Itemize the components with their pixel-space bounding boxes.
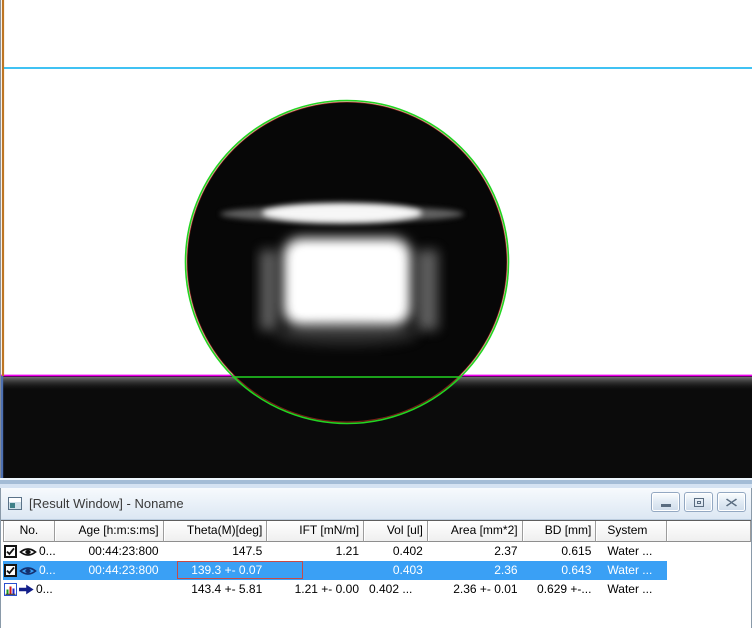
cell-area[interactable]: 2.36: [428, 561, 523, 580]
restore-button[interactable]: [684, 492, 713, 512]
column-header-bd[interactable]: BD [mm]: [523, 521, 597, 542]
cell-system[interactable]: Water ...: [596, 542, 667, 561]
checkbox-checked-icon[interactable]: [4, 545, 17, 558]
droplet-image: [0, 0, 752, 478]
cell-no: 0...: [3, 561, 55, 580]
cell-bd[interactable]: 0.629 +-...: [523, 580, 597, 599]
cell-ift[interactable]: 1.21: [267, 542, 364, 561]
result-window: [Result Window] - Noname No.Age [h:m:s:m…: [0, 488, 752, 628]
cell-extra[interactable]: [667, 542, 751, 561]
eye-icon: [19, 565, 37, 577]
cell-theta[interactable]: 143.4 +- 5.81: [164, 580, 268, 599]
row-number-label: 0...: [36, 580, 53, 599]
column-header-extra[interactable]: [667, 521, 751, 542]
eye-icon: [19, 546, 37, 558]
column-header-theta[interactable]: Theta(M)[deg]: [164, 521, 268, 542]
cell-vol[interactable]: 0.403: [364, 561, 428, 580]
minimize-icon: [661, 504, 671, 507]
cell-area[interactable]: 2.36 +- 0.01: [428, 580, 523, 599]
row-number-label: 0...: [39, 561, 55, 580]
table-body: 0...00:44:23:800147.51.210.4022.370.615W…: [1, 542, 751, 599]
cell-area[interactable]: 2.37: [428, 542, 523, 561]
cell-system[interactable]: Water ...: [596, 580, 667, 599]
caption-buttons: [651, 492, 746, 512]
cell-ift[interactable]: 1.21 +- 0.00: [267, 580, 364, 599]
cell-no: 0...: [3, 542, 55, 561]
camera-view: [0, 0, 752, 478]
minimize-button[interactable]: [651, 492, 680, 512]
result-table: No.Age [h:m:s:ms]Theta(M)[deg]IFT [mN/m]…: [1, 520, 751, 599]
cell-age[interactable]: 00:44:23:800: [55, 542, 164, 561]
column-header-age[interactable]: Age [h:m:s:ms]: [55, 521, 164, 542]
arrow-right-icon: [19, 584, 34, 595]
table-row[interactable]: 0...00:44:23:800139.3 +- 0.07 0.4032.360.…: [1, 561, 751, 580]
close-button[interactable]: [717, 492, 746, 512]
row-number-label: 0...: [39, 542, 55, 561]
window-icon: [8, 497, 22, 510]
cell-extra[interactable]: [667, 580, 751, 599]
column-header-ift[interactable]: IFT [mN/m]: [267, 521, 364, 542]
cell-theta[interactable]: 139.3 +- 0.07: [164, 561, 268, 580]
cell-vol[interactable]: 0.402: [364, 542, 428, 561]
table-header-row: No.Age [h:m:s:ms]Theta(M)[deg]IFT [mN/m]…: [1, 520, 751, 542]
cell-ift[interactable]: [267, 561, 364, 580]
cell-age[interactable]: [55, 580, 164, 599]
column-header-vol[interactable]: Vol [ul]: [364, 521, 428, 542]
cell-bd[interactable]: 0.643: [523, 561, 597, 580]
histogram-icon: [4, 583, 17, 596]
restore-icon: [694, 498, 704, 507]
cell-system[interactable]: Water ...: [596, 561, 667, 580]
app-screen: [Result Window] - Noname No.Age [h:m:s:m…: [0, 0, 752, 628]
column-header-area[interactable]: Area [mm*2]: [428, 521, 523, 542]
cell-age[interactable]: 00:44:23:800: [55, 561, 164, 580]
checkbox-checked-icon[interactable]: [4, 564, 17, 577]
window-frame-strip: [0, 478, 752, 488]
cell-extra[interactable]: [667, 561, 751, 580]
window-title: [Result Window] - Noname: [29, 496, 184, 511]
column-header-system[interactable]: System: [596, 521, 667, 542]
result-window-titlebar[interactable]: [Result Window] - Noname: [1, 488, 751, 520]
close-icon: [726, 498, 737, 507]
cell-vol[interactable]: 0.402 ...: [364, 580, 428, 599]
table-row[interactable]: 0... 143.4 +- 5.811.21 +- 0.000.402 ...2.…: [1, 580, 751, 599]
cell-no: 0...: [3, 580, 55, 599]
column-header-no[interactable]: No.: [3, 521, 55, 542]
cell-bd[interactable]: 0.615: [523, 542, 597, 561]
cell-theta[interactable]: 147.5: [164, 542, 268, 561]
table-row[interactable]: 0...00:44:23:800147.51.210.4022.370.615W…: [1, 542, 751, 561]
